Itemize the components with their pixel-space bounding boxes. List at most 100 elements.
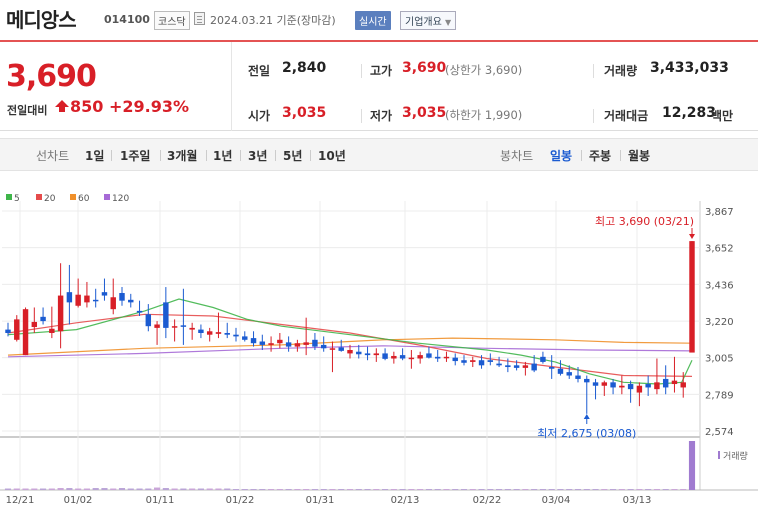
candle-body xyxy=(399,355,406,359)
x-tick-label: 01/31 xyxy=(306,495,335,506)
x-tick-label: 03/13 xyxy=(623,495,652,506)
volume-bar xyxy=(224,488,231,490)
volume-bar xyxy=(382,489,389,490)
x-axis: 12/21 01/02 01/11 01/22 01/31 02/13 02/22 03/04… xyxy=(6,495,652,506)
realtime-button[interactable]: 실시간 xyxy=(355,11,391,30)
open-label: 시가 xyxy=(248,109,271,123)
volume-bar xyxy=(197,488,204,490)
volume-bar xyxy=(417,489,424,490)
volume-bar xyxy=(469,489,476,490)
y-tick-label: 2,574 xyxy=(705,427,734,438)
volume-bar xyxy=(303,489,310,490)
candle-body xyxy=(610,382,616,388)
volume-bar xyxy=(285,489,292,490)
period-1w[interactable]: 1주일 xyxy=(120,147,150,164)
volume-bar xyxy=(645,489,652,490)
volume-bar xyxy=(355,489,362,490)
annotations: 최고 3,690 (03/21) 최저 2,675 (03/08) 거래량 xyxy=(537,215,748,462)
low-annotation: 최저 2,675 (03/08) xyxy=(537,427,636,440)
candle-body xyxy=(57,295,64,332)
y-tick-label: 3,867 xyxy=(705,207,734,218)
candle-body xyxy=(461,360,467,363)
volume-bar xyxy=(688,441,696,490)
volume-bar xyxy=(487,489,494,490)
candle-body xyxy=(259,341,266,345)
candle-body xyxy=(92,299,99,302)
candle-weekly[interactable]: 주봉 xyxy=(589,147,611,164)
candle-body xyxy=(496,363,502,366)
candle-monthly[interactable]: 월봉 xyxy=(628,147,650,164)
legend-label: 60 xyxy=(78,194,90,204)
candle-daily[interactable]: 일봉 xyxy=(550,147,572,164)
candle-body xyxy=(303,342,309,345)
volume-bar xyxy=(653,489,660,490)
volume-label: 거래량 xyxy=(723,450,748,462)
candle-body xyxy=(14,319,20,340)
candle-body xyxy=(49,328,55,333)
line-chart-label: 선차트 xyxy=(36,149,70,163)
y-tick-label: 3,220 xyxy=(705,317,734,328)
candle-body xyxy=(654,382,660,390)
volume-bar xyxy=(460,489,468,490)
volume-bar xyxy=(31,488,38,490)
volume-bar xyxy=(276,489,283,490)
candle-body xyxy=(513,365,520,368)
period-10y[interactable]: 10년 xyxy=(318,147,346,164)
volume-bar xyxy=(268,489,275,490)
candle-body xyxy=(294,343,301,347)
candle-body xyxy=(408,357,415,360)
company-info-button[interactable]: 기업개요 ▼ xyxy=(400,11,457,30)
candle-chart-label: 봉차트 xyxy=(500,149,534,163)
period-1d[interactable]: 1일 xyxy=(85,147,104,164)
volume-bar xyxy=(180,488,187,490)
volume-bar xyxy=(539,489,546,490)
amount-label: 거래대금 xyxy=(604,109,649,123)
candle-body xyxy=(5,329,11,333)
period-3m[interactable]: 3개월 xyxy=(167,147,197,164)
ma60-line xyxy=(7,337,693,356)
low-arrow-head-icon xyxy=(583,414,590,419)
volume-bar xyxy=(601,489,608,490)
x-tick-label: 01/22 xyxy=(226,495,255,506)
divider xyxy=(111,150,112,161)
high-value: 3,690 xyxy=(402,60,447,76)
legend-label: 120 xyxy=(112,194,130,204)
candle-body xyxy=(662,378,669,388)
period-1y[interactable]: 1년 xyxy=(213,147,232,164)
period-5y[interactable]: 5년 xyxy=(283,147,302,164)
volume-bar xyxy=(346,489,354,490)
current-price: 3,690 xyxy=(6,59,97,94)
volume-bars xyxy=(4,441,696,490)
volume-bar xyxy=(478,489,485,490)
current-price-panel: 3,690 전일대비 850 +29.93% xyxy=(0,42,232,131)
volume-bar xyxy=(390,489,397,490)
volume-bar xyxy=(22,488,29,490)
volume-bar xyxy=(127,488,134,490)
volume-bar xyxy=(259,489,266,490)
upper-limit: (상한가 3,690) xyxy=(445,63,523,77)
candle-body xyxy=(329,348,336,350)
candle-body xyxy=(206,331,213,335)
volume-bar xyxy=(504,489,511,490)
change-label: 전일대비 xyxy=(7,104,48,117)
volume-bar xyxy=(66,488,73,490)
candle-body xyxy=(373,353,380,356)
volume-bar xyxy=(364,489,371,490)
volume-bar xyxy=(48,488,55,490)
volume-bar xyxy=(250,489,257,490)
divider xyxy=(206,150,207,161)
x-tick-label: 01/11 xyxy=(146,495,175,506)
volume-bar xyxy=(57,488,64,490)
volume-bar xyxy=(171,488,178,490)
volume-bar xyxy=(627,489,634,490)
legend-swatch xyxy=(6,194,12,200)
candle-body xyxy=(391,355,397,359)
company-info-label: 기업개요 xyxy=(405,17,442,28)
candle-body xyxy=(443,356,450,359)
candle-body xyxy=(224,332,230,335)
volume-bar xyxy=(618,489,625,490)
candle-body xyxy=(636,385,643,393)
ma5-line xyxy=(7,298,693,385)
candle-body xyxy=(689,241,695,353)
period-3y[interactable]: 3년 xyxy=(248,147,267,164)
